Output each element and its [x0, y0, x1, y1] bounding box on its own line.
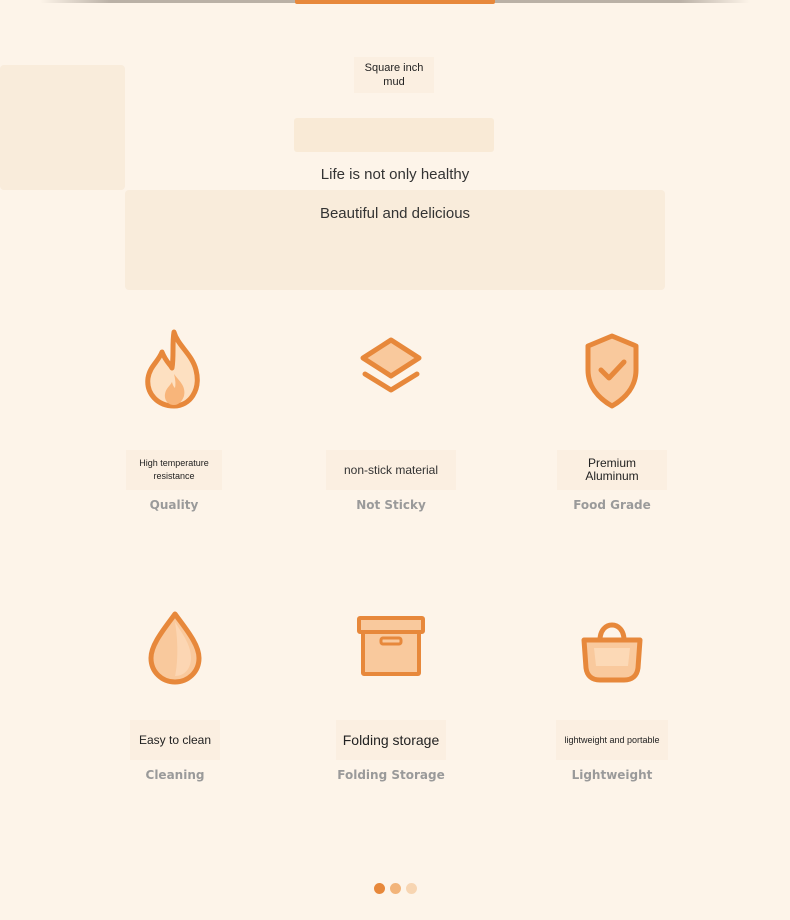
feature-label: lightweight and portable [564, 735, 660, 745]
feature-subtitle: Food Grade [573, 498, 651, 512]
pagination-dot[interactable] [406, 883, 417, 894]
feature-label-box: Easy to clean [130, 720, 220, 760]
feature-subtitle: Folding Storage [337, 768, 445, 782]
layers-icon [360, 337, 422, 393]
feature-lightweight: lightweight and portable Lightweight [532, 606, 692, 782]
feature-quality: High temperature resistance Quality [94, 328, 254, 512]
tagline-healthy: Life is not only healthy [320, 166, 470, 183]
storage-box-icon [357, 616, 425, 676]
feature-subtitle: Not Sticky [356, 498, 426, 512]
water-drop-icon [148, 611, 202, 685]
feature-label-box: Folding storage [336, 720, 446, 760]
feature-cleaning: Easy to clean Cleaning [95, 606, 255, 782]
banner-ghost [294, 118, 494, 152]
feature-label-box: lightweight and portable [556, 720, 668, 760]
feature-label-box: High temperature resistance [126, 450, 222, 490]
feature-subtitle: Quality [149, 498, 199, 512]
feature-subtitle: Cleaning [145, 768, 205, 782]
handbag-icon [581, 622, 643, 683]
feature-food-grade: Premium Aluminum Food Grade [532, 328, 692, 512]
unit-label: Square inch mud [354, 57, 434, 93]
feature-label: Easy to clean [138, 733, 212, 747]
feature-label-box: non-stick material [326, 450, 456, 490]
shield-check-icon [585, 333, 639, 409]
pagination-dot-active[interactable] [374, 883, 385, 894]
feature-label: High temperature resistance [139, 458, 209, 481]
pagination-dot[interactable] [390, 883, 401, 894]
product-feature-page: Square inch mud Life is not only healthy… [0, 0, 790, 920]
flame-icon [145, 329, 200, 409]
feature-not-sticky: non-stick material Not Sticky [311, 328, 471, 512]
feature-folding-storage: Folding storage Folding Storage [311, 606, 471, 782]
tagline-delicious: Beautiful and delicious [319, 205, 471, 222]
feature-label: non-stick material [343, 463, 439, 477]
pagination-dots [374, 883, 417, 894]
feature-label: Folding storage [342, 732, 440, 748]
feature-subtitle: Lightweight [571, 768, 653, 782]
top-accent-bar [295, 0, 495, 4]
feature-label: Premium Aluminum [585, 456, 639, 483]
feature-label-box: Premium Aluminum [557, 450, 667, 490]
unit-label-text: Square inch mud [364, 62, 424, 88]
